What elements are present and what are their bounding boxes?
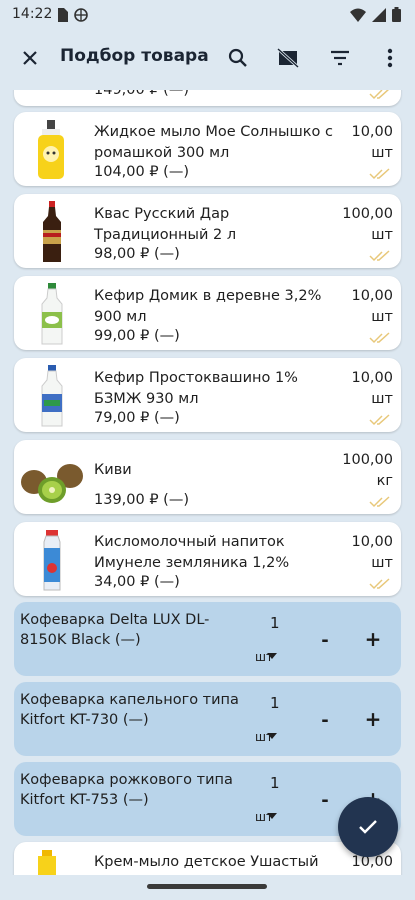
product-card[interactable]: Кисломолочный напиток Имунеле земляника … bbox=[14, 522, 401, 596]
double-check-icon bbox=[369, 250, 390, 262]
navigation-bar bbox=[0, 875, 415, 900]
product-price: 104,00 ₽ (—) bbox=[94, 164, 189, 180]
quantity-value[interactable]: 1 bbox=[270, 694, 280, 712]
confirm-button[interactable] bbox=[338, 797, 398, 857]
double-check-icon bbox=[369, 496, 390, 508]
basket-item-name: Кофеварка капельного типа Kitfort KT-730… bbox=[20, 692, 239, 728]
product-quantity: 10,00 шт bbox=[351, 124, 393, 161]
checkmark-icon bbox=[359, 820, 377, 834]
drink-bottle-image bbox=[43, 530, 61, 591]
app-bar: Подбор товара bbox=[0, 30, 415, 86]
kiwi-image bbox=[21, 464, 83, 503]
product-name: Жидкое мыло Мое Солнышко с ромашкой 300 … bbox=[94, 124, 333, 161]
product-list[interactable]: 149,00 ₽ (—) Жидкое мыло Мое Солнышко с … bbox=[0, 90, 415, 875]
product-price: 149,00 ₽ (—) bbox=[94, 90, 189, 98]
product-name: Кефир Домик в деревне 3,2% 900 мл bbox=[94, 288, 322, 325]
product-name: Кисломолочный напиток Имунеле земляника … bbox=[94, 534, 290, 571]
product-name: Киви bbox=[94, 462, 132, 478]
double-check-icon bbox=[369, 90, 390, 100]
status-time: 14:22 bbox=[12, 6, 53, 22]
basket-item-name: Кофеварка рожкового типа Kitfort KT-753 … bbox=[20, 772, 233, 808]
wifi-icon bbox=[350, 8, 366, 22]
kefir-bottle-image bbox=[41, 283, 63, 345]
increment-button[interactable]: + bbox=[364, 707, 382, 731]
product-price: 34,00 ₽ (—) bbox=[94, 574, 180, 590]
basket-item[interactable]: Кофеварка Delta LUX DL-8150K Black (—) 1… bbox=[14, 602, 401, 676]
sd-card-icon bbox=[58, 8, 68, 22]
page-title: Подбор товара bbox=[60, 46, 209, 66]
product-name: Квас Русский Дар Традиционный 2 л bbox=[94, 206, 237, 243]
product-quantity: 10,00 шт bbox=[351, 288, 393, 325]
kvass-bottle-image bbox=[43, 201, 61, 262]
decrement-button[interactable]: - bbox=[318, 790, 332, 811]
dropdown-arrow-icon[interactable] bbox=[267, 653, 277, 659]
product-quantity: 100,00 кг bbox=[342, 452, 393, 489]
dropdown-arrow-icon[interactable] bbox=[267, 733, 277, 739]
quantity-value[interactable]: 1 bbox=[270, 774, 280, 792]
quantity-value[interactable]: 1 bbox=[270, 614, 280, 632]
product-price: 139,00 ₽ (—) bbox=[94, 492, 189, 508]
dropdown-arrow-icon[interactable] bbox=[267, 813, 277, 819]
kefir-bottle-image bbox=[41, 365, 63, 427]
basket-item[interactable]: Кофеварка капельного типа Kitfort KT-730… bbox=[14, 682, 401, 756]
double-check-icon bbox=[369, 168, 390, 180]
basket-item-name: Кофеварка Delta LUX DL-8150K Black (—) bbox=[20, 612, 210, 648]
home-gesture-handle[interactable] bbox=[147, 884, 267, 889]
image-off-icon[interactable] bbox=[274, 44, 302, 72]
product-price: 79,00 ₽ (—) bbox=[94, 410, 180, 426]
double-check-icon bbox=[369, 578, 390, 590]
status-bar: 14:22 bbox=[0, 0, 415, 30]
product-card[interactable]: Кефир Домик в деревне 3,2% 900 мл 99,00 … bbox=[14, 276, 401, 350]
cream-soap-image bbox=[38, 850, 56, 875]
vpn-globe-icon bbox=[74, 8, 88, 22]
product-card-partial[interactable]: 149,00 ₽ (—) bbox=[14, 90, 401, 106]
battery-icon bbox=[392, 7, 401, 22]
liquid-soap-image bbox=[38, 120, 64, 179]
close-icon[interactable] bbox=[16, 44, 44, 72]
filter-icon[interactable] bbox=[326, 44, 354, 72]
product-card[interactable]: Квас Русский Дар Традиционный 2 л 98,00 … bbox=[14, 194, 401, 268]
more-menu-icon[interactable] bbox=[376, 44, 404, 72]
search-icon[interactable] bbox=[224, 44, 252, 72]
double-check-icon bbox=[369, 332, 390, 344]
product-card[interactable]: Жидкое мыло Мое Солнышко с ромашкой 300 … bbox=[14, 112, 401, 186]
product-quantity: 10,00 шт bbox=[351, 534, 393, 571]
product-quantity: 10,00 шт bbox=[351, 370, 393, 407]
product-card[interactable]: Кефир Простоквашино 1% БЗМЖ 930 мл 79,00… bbox=[14, 358, 401, 432]
product-card-partial[interactable]: Крем-мыло детское Ушастый 10,00 bbox=[14, 842, 401, 875]
product-name: Кефир Простоквашино 1% БЗМЖ 930 мл bbox=[94, 370, 298, 407]
increment-button[interactable]: + bbox=[364, 627, 382, 651]
signal-icon bbox=[372, 7, 386, 22]
double-check-icon bbox=[369, 414, 390, 426]
product-price: 98,00 ₽ (—) bbox=[94, 246, 180, 262]
product-quantity: 100,00 шт bbox=[342, 206, 393, 243]
product-price: 99,00 ₽ (—) bbox=[94, 328, 180, 344]
decrement-button[interactable]: - bbox=[318, 630, 332, 651]
product-card[interactable]: Киви 139,00 ₽ (—) 100,00 кг bbox=[14, 440, 401, 514]
decrement-button[interactable]: - bbox=[318, 710, 332, 731]
product-name: Крем-мыло детское Ушастый bbox=[94, 854, 319, 870]
